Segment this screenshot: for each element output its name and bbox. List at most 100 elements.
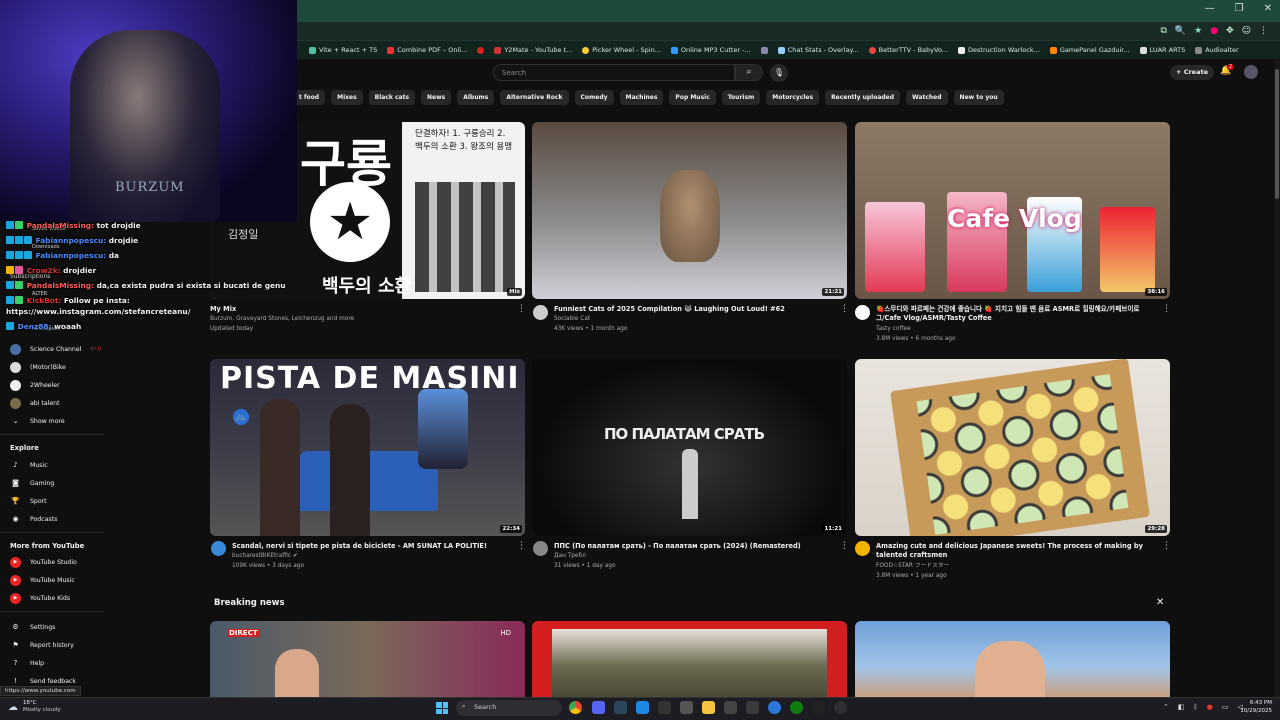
sidebar-show-more[interactable]: ⌄ Show more <box>10 415 104 427</box>
steam-app-icon[interactable] <box>614 701 627 714</box>
app-icon[interactable] <box>680 701 693 714</box>
chip-motorcycles[interactable]: Motorcycles <box>766 90 820 105</box>
bookmark-item[interactable] <box>477 46 485 54</box>
chip-black-cats[interactable]: Black cats <box>368 90 416 105</box>
sidebar-item-sport[interactable]: 🏆 Sport <box>10 495 104 507</box>
weather-widget[interactable]: ☁ 16°C Mostly cloudy <box>8 700 61 714</box>
video-channel[interactable]: Tasty coffee <box>876 324 1158 334</box>
network-icon[interactable]: ▭ <box>1222 703 1229 711</box>
bookmark-item[interactable]: Online MP3 Cutter -... <box>670 46 751 54</box>
address-bar[interactable]: ⧉ 🔍 ★ ● ✥ ☺ ⋮ <box>297 22 1280 41</box>
video-thumbnail-funniest-cats[interactable]: 21:21 <box>532 122 847 299</box>
bookmark-item[interactable]: Destruction Warlock... <box>958 46 1040 54</box>
chat-link-text[interactable]: https://www.instagram.com/stefancreteanu… <box>6 307 190 316</box>
profile-icon[interactable]: ☺ <box>1242 26 1251 36</box>
video-channel[interactable]: FOOD☆STAR フードスター <box>876 561 1158 571</box>
news-thumbnail[interactable] <box>532 621 847 697</box>
video-thumbnail-pps[interactable]: ПО ПАЛАТАМ СРАТЬ 11:21 <box>532 359 847 536</box>
channel-avatar[interactable] <box>533 541 548 556</box>
video-title[interactable]: Funniest Cats of 2025 Compilation 😹 Laug… <box>554 305 834 314</box>
bookmark-item[interactable]: Vite + React + TS <box>309 46 377 54</box>
bookmark-item[interactable]: BetterTTV - BabyVo... <box>868 46 948 54</box>
bookmark-star-icon[interactable]: ★ <box>1194 26 1202 36</box>
video-title[interactable]: Scandal, nervi si tipete pe pista de bic… <box>232 542 512 551</box>
chevron-up-icon[interactable]: ⌃ <box>1163 703 1169 711</box>
bookmark-item[interactable]: Chat Stats - Overlay... <box>777 46 859 54</box>
video-title[interactable]: ППС (По палатам срать) - По палатам срат… <box>554 542 834 551</box>
chip-new-to-you[interactable]: New to you <box>953 90 1004 105</box>
sidebar-item-settings[interactable]: ⚙ Settings <box>10 621 104 633</box>
chip-alternative-rock[interactable]: Alternative Rock <box>500 90 569 105</box>
channel-avatar[interactable] <box>211 541 226 556</box>
app-icon[interactable] <box>746 701 759 714</box>
chip-comedy[interactable]: Comedy <box>574 90 614 105</box>
app-icon[interactable] <box>768 701 781 714</box>
more-actions-icon[interactable]: ⋮ <box>840 541 849 551</box>
zoom-icon[interactable]: 🔍 <box>1175 26 1186 36</box>
sidebar-sub-abi-talent[interactable]: abi talent <box>10 397 104 409</box>
close-icon[interactable]: ✕ <box>1156 597 1164 608</box>
video-title[interactable]: Amazing cute and delicious Japanese swee… <box>876 542 1158 560</box>
bookmark-item[interactable] <box>760 46 768 54</box>
scrollbar-thumb[interactable] <box>1275 69 1279 199</box>
extension-icon[interactable]: ● <box>1210 26 1218 36</box>
sidebar-item-youtube-music[interactable]: ▶ YouTube Music <box>10 574 104 586</box>
menu-dots-icon[interactable]: ⋮ <box>1259 26 1268 36</box>
app-icon[interactable] <box>724 701 737 714</box>
chip-tourism[interactable]: Tourism <box>721 90 761 105</box>
sidebar-sub-science-channel[interactable]: Science Channel ((•)) <box>10 343 104 355</box>
bookmark-item[interactable]: Y2Mate - YouTube t... <box>494 46 572 54</box>
maximize-icon[interactable]: ❐ <box>1235 3 1244 14</box>
bookmark-item[interactable]: Combine PDF – Onli... <box>387 46 467 54</box>
browser-tab-strip[interactable] <box>297 0 1280 22</box>
extension-puzzle-icon[interactable]: ✥ <box>1226 26 1234 36</box>
video-channel[interactable]: Дан Требл <box>554 551 834 561</box>
video-channel[interactable]: bucharestBIKEtraffic ✔ <box>232 551 512 561</box>
chip-food[interactable]: t food <box>297 90 326 105</box>
tray-app-icon[interactable]: ◧ <box>1178 703 1185 711</box>
voice-search-button[interactable]: 🎙 <box>770 64 788 82</box>
chip-mixes[interactable]: Mixes <box>331 90 363 105</box>
search-input[interactable]: Search <box>493 64 735 81</box>
search-button[interactable]: ⌕ <box>735 64 763 81</box>
more-actions-icon[interactable]: ⋮ <box>1162 304 1171 314</box>
more-actions-icon[interactable]: ⋮ <box>1162 541 1171 551</box>
chip-machines[interactable]: Machines <box>619 90 664 105</box>
file-explorer-icon[interactable] <box>702 701 715 714</box>
more-actions-icon[interactable]: ⋮ <box>517 541 526 551</box>
start-button-windows-icon[interactable] <box>436 702 448 714</box>
news-thumbnail[interactable] <box>855 621 1170 697</box>
chip-news[interactable]: News <box>421 90 452 105</box>
create-button[interactable]: + Create <box>1170 65 1214 80</box>
bookmark-item[interactable]: Audioalter <box>1195 46 1239 54</box>
sidebar-item-help[interactable]: ? Help <box>10 657 104 669</box>
channel-avatar[interactable] <box>855 541 870 556</box>
app-icon[interactable] <box>812 701 825 714</box>
sidebar-item-youtube-kids[interactable]: ▶ YouTube Kids <box>10 592 104 604</box>
sidebar-item-youtube-studio[interactable]: ▶ YouTube Studio <box>10 556 104 568</box>
more-actions-icon[interactable]: ⋮ <box>517 304 526 314</box>
chip-watched[interactable]: Watched <box>906 90 948 105</box>
video-thumbnail-pista-de-masini[interactable]: PISTA DE MASINI 🚲 22:34 <box>210 359 525 536</box>
chip-albums[interactable]: Albums <box>457 90 495 105</box>
mic-icon[interactable]: ● <box>1207 703 1213 711</box>
more-actions-icon[interactable]: ⋮ <box>840 304 849 314</box>
vscode-app-icon[interactable] <box>636 701 649 714</box>
taskbar-search-box[interactable]: ⌕ Search <box>456 700 562 716</box>
clock[interactable]: 6:43 PM 10/29/2025 <box>1238 700 1272 715</box>
bookmark-item[interactable]: LUAR ARTS <box>1139 46 1185 54</box>
obs-app-icon[interactable] <box>834 701 847 714</box>
bookmark-item[interactable]: Picker Wheel - Spin... <box>582 46 661 54</box>
sidebar-item-report-history[interactable]: ⚑ Report history <box>10 639 104 651</box>
sidebar-item-music[interactable]: ♪ Music <box>10 459 104 471</box>
bluetooth-icon[interactable]: ᛒ <box>1194 703 1198 711</box>
epic-games-app-icon[interactable] <box>658 701 671 714</box>
xbox-app-icon[interactable] <box>790 701 803 714</box>
page-scrollbar[interactable] <box>1274 59 1280 697</box>
cast-icon[interactable]: ⧉ <box>1160 26 1166 36</box>
video-channel[interactable]: Sociable Cat <box>554 314 834 324</box>
video-title[interactable]: 🍓스무디와 파르페는 건강에 좋습니다 🍓 지치고 힘들 땐 음료 ASMR로 … <box>876 305 1158 323</box>
sidebar-item-gaming[interactable]: ◙ Gaming <box>10 477 104 489</box>
chrome-app-icon[interactable] <box>569 701 582 714</box>
channel-avatar[interactable] <box>855 305 870 320</box>
